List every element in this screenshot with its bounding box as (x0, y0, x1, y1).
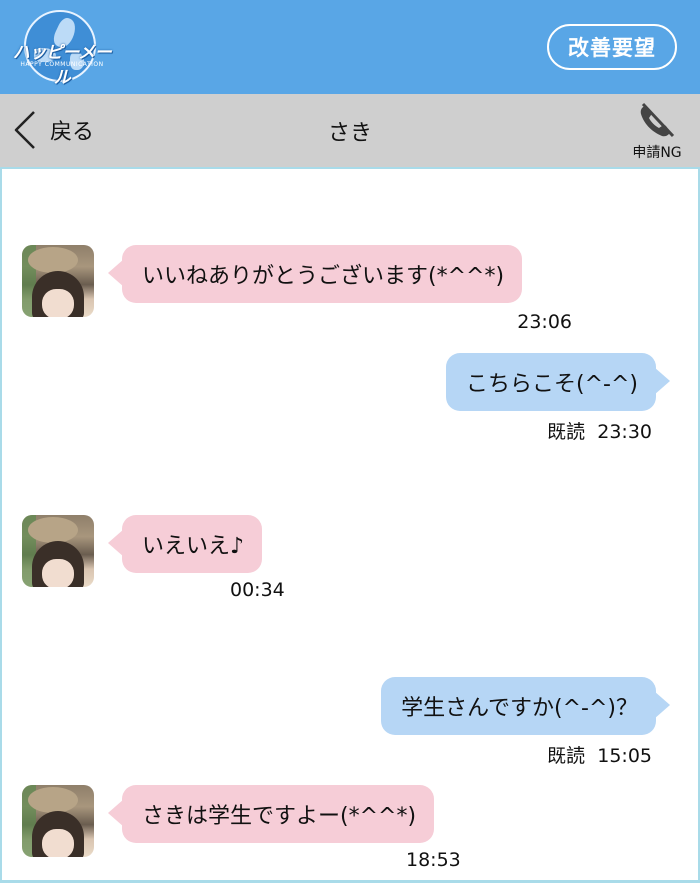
message-bubble-outgoing: 学生さんですか(^-^)？ (381, 677, 656, 735)
message-text: いいねありがとうございます(*^^*) (142, 264, 505, 289)
call-request-ng-label: 申請NG (632, 145, 682, 161)
logo-subtext: HAPPY COMMUNICATION (20, 61, 104, 68)
message-text: いえいえ♪ (142, 534, 245, 559)
avatar[interactable] (22, 785, 94, 857)
nav-bar: 戻る さき 申請NG (0, 94, 700, 167)
message-timestamp: 15:05 (597, 745, 652, 767)
back-button[interactable]: 戻る (12, 108, 94, 152)
call-request-ng-button[interactable]: 申請NG (622, 100, 692, 162)
happymail-logo[interactable]: ハッピーメール HAPPY COMMUNICATION (10, 8, 114, 88)
message-timestamp: 18:53 (406, 849, 461, 871)
chat-area[interactable]: いいねありがとうございます(*^^*) 23:06 こちらこそ(^-^) 既読 … (0, 167, 700, 883)
message-text: さきは学生ですよー(*^^*) (142, 804, 417, 829)
page-title: さき (327, 120, 372, 146)
chevron-left-icon (14, 111, 35, 149)
message-text: こちらこそ(^-^) (466, 372, 638, 397)
bubble-tail (654, 367, 670, 395)
app-header: ハッピーメール HAPPY COMMUNICATION 改善要望 (0, 0, 700, 94)
message-timestamp: 23:30 (597, 421, 652, 443)
message-status: 既読 23:30 (547, 417, 652, 444)
read-receipt: 既読 (547, 421, 586, 443)
bubble-tail (654, 691, 670, 719)
message-bubble-incoming: いいねありがとうございます(*^^*) (122, 245, 523, 303)
message-status: 既読 15:05 (547, 741, 652, 768)
avatar[interactable] (22, 515, 94, 587)
message-bubble-outgoing: こちらこそ(^-^) (446, 353, 656, 411)
message-timestamp: 00:34 (230, 579, 285, 601)
message-timestamp: 23:06 (517, 311, 572, 333)
read-receipt: 既読 (547, 745, 586, 767)
improvement-request-button[interactable]: 改善要望 (547, 24, 677, 70)
message-text: 学生さんですか(^-^)？ (401, 696, 638, 721)
message-bubble-incoming: いえいえ♪ (122, 515, 263, 573)
message-bubble-incoming: さきは学生ですよー(*^^*) (122, 785, 435, 843)
avatar[interactable] (22, 245, 94, 317)
back-label: 戻る (50, 120, 95, 145)
phone-disabled-icon (640, 102, 676, 138)
